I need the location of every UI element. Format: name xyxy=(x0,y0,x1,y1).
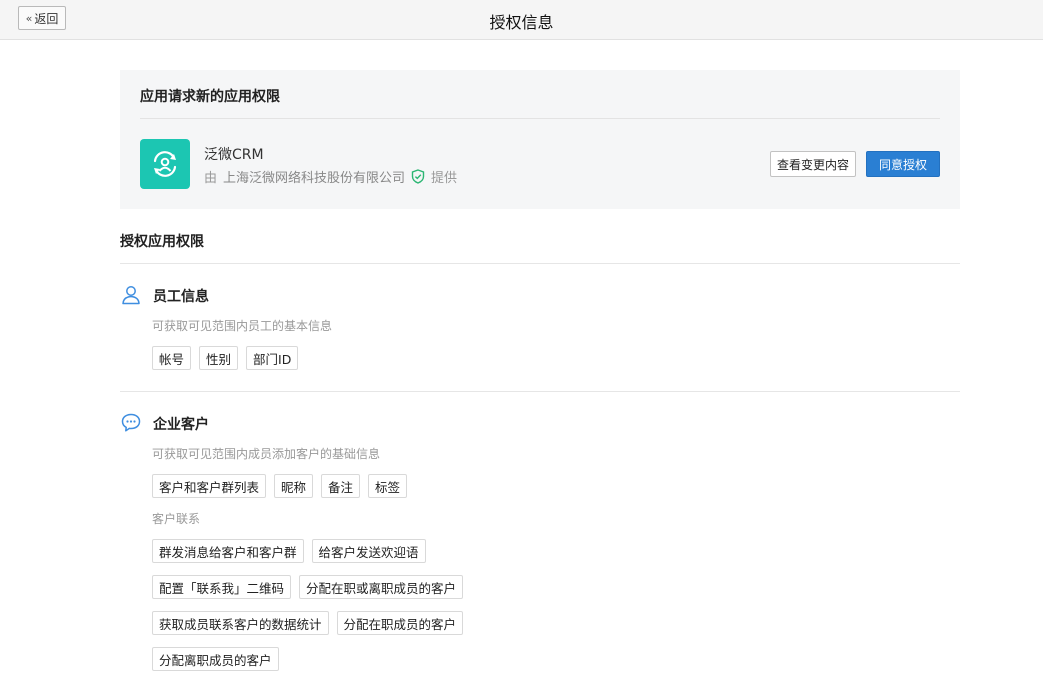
provider-prefix: 由 xyxy=(204,171,218,186)
request-title: 应用请求新的应用权限 xyxy=(140,89,280,105)
permission-tag: 分配离职成员的客户 xyxy=(152,647,279,671)
app-name: 泛微CRM xyxy=(204,147,264,163)
permission-tag: 获取成员联系客户的数据统计 xyxy=(152,611,329,635)
permission-tag: 昵称 xyxy=(274,474,314,498)
divider xyxy=(120,391,960,392)
permission-tag: 群发消息给客户和客户群 xyxy=(152,539,304,563)
permission-tag-list: 分配离职成员的客户 xyxy=(152,647,279,671)
permission-tag: 配置「联系我」二维码 xyxy=(152,575,292,599)
permission-tag-list: 帐号 性别 部门ID xyxy=(152,346,299,370)
group-description: 可获取可见范围内员工的基本信息 xyxy=(152,319,333,333)
permission-tag: 帐号 xyxy=(152,346,192,370)
group-title-enterprise-customers: 企业客户 xyxy=(153,417,209,433)
group-title-employee-info: 员工信息 xyxy=(153,289,209,305)
permission-tag: 客户和客户群列表 xyxy=(152,474,267,498)
section-title: 授权应用权限 xyxy=(120,234,204,250)
approve-button[interactable]: 同意授权 xyxy=(866,151,940,177)
permission-tag: 分配在职或离职成员的客户 xyxy=(299,575,464,599)
permission-tag-list: 群发消息给客户和客户群 给客户发送欢迎语 xyxy=(152,539,426,563)
app-provider: 由 上海泛微网络科技股份有限公司 提供 xyxy=(204,167,457,186)
verified-shield-icon xyxy=(411,169,425,184)
permission-tag: 性别 xyxy=(199,346,239,370)
permission-tag: 部门ID xyxy=(246,346,299,370)
page-title: 授权信息 xyxy=(489,13,554,32)
group-description: 可获取可见范围内成员添加客户的基础信息 xyxy=(152,447,381,461)
permission-tag: 标签 xyxy=(368,474,408,498)
provider-company: 上海泛微网络科技股份有限公司 xyxy=(223,171,406,186)
permission-tag: 备注 xyxy=(321,474,361,498)
divider xyxy=(140,118,940,119)
subgroup-label: 客户联系 xyxy=(152,512,201,526)
permission-tag-list: 客户和客户群列表 昵称 备注 标签 xyxy=(152,474,408,498)
view-changes-button[interactable]: 查看变更内容 xyxy=(770,151,856,177)
divider xyxy=(120,263,960,264)
permission-tag-list: 获取成员联系客户的数据统计 分配在职成员的客户 xyxy=(152,611,464,635)
permission-tag: 分配在职成员的客户 xyxy=(336,611,464,635)
permission-tag-list: 配置「联系我」二维码 分配在职或离职成员的客户 xyxy=(152,575,464,599)
provider-suffix: 提供 xyxy=(431,171,458,186)
permission-tag: 给客户发送欢迎语 xyxy=(311,539,426,563)
top-bar: « 返回 授权信息 xyxy=(0,0,1043,40)
app-logo-icon xyxy=(140,139,190,189)
user-icon xyxy=(120,284,142,306)
chat-bubble-icon xyxy=(120,412,142,434)
permission-request-panel: 应用请求新的应用权限 泛微CRM 由 上海泛微网络科技股份有限公司 提供 查看变… xyxy=(120,70,960,209)
